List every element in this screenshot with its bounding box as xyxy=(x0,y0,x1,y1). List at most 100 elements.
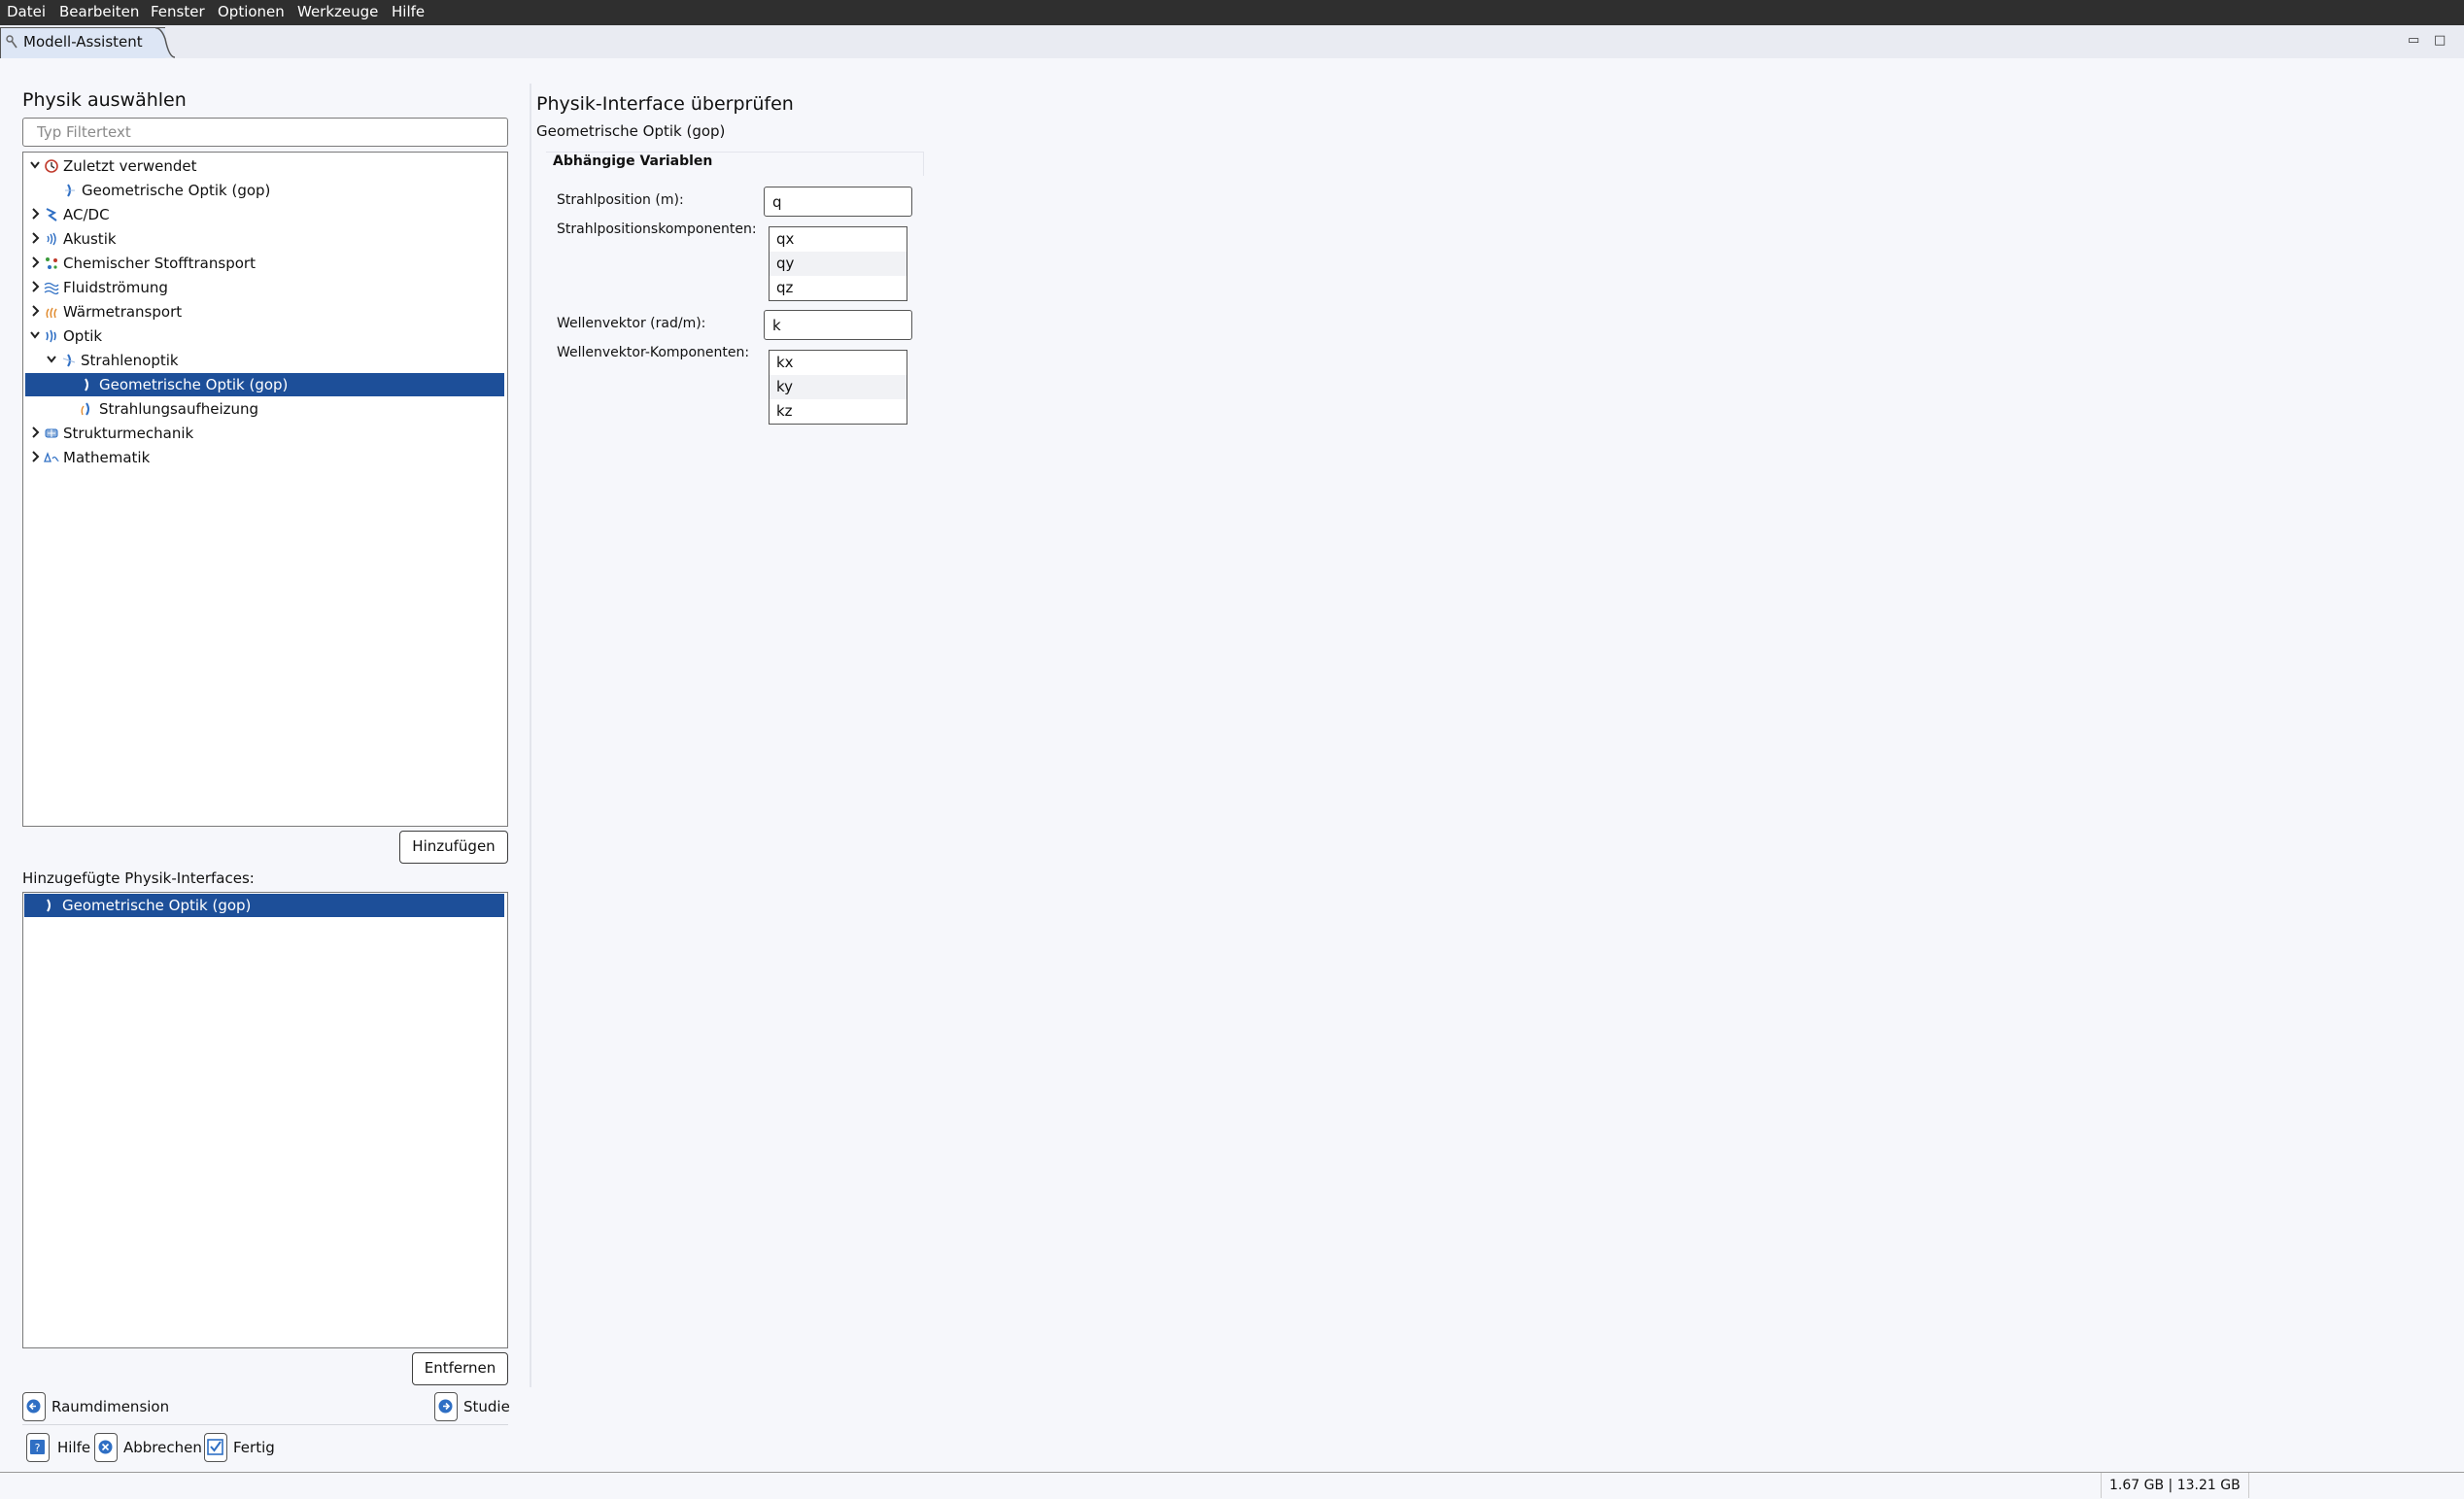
minimize-icon[interactable]: ▭ xyxy=(2408,33,2419,48)
ray-position-field[interactable] xyxy=(764,187,912,217)
chevron-right-icon[interactable] xyxy=(29,280,41,293)
tree-item-optics[interactable]: Optik xyxy=(25,324,504,348)
chevron-down-icon[interactable] xyxy=(29,158,41,172)
cancel-label[interactable]: Abbrechen xyxy=(123,1439,202,1456)
cancel-button[interactable] xyxy=(94,1433,118,1462)
chevron-right-icon[interactable] xyxy=(29,231,41,245)
mathematics-icon xyxy=(44,452,59,462)
menu-werkzeuge[interactable]: Werkzeuge xyxy=(297,3,378,20)
help-icon: ? xyxy=(30,1440,45,1454)
added-interfaces-label: Hinzugefügte Physik-Interfaces: xyxy=(22,869,255,887)
tree-item-label: Akustik xyxy=(63,230,117,248)
tree-item-recent[interactable]: Zuletzt verwendet xyxy=(25,154,504,178)
ray-position-components-label: Strahlpositionskomponenten: xyxy=(557,221,757,237)
back-button[interactable] xyxy=(22,1392,46,1421)
tree-item-acdc[interactable]: AC/DC xyxy=(25,203,504,226)
chevron-right-icon[interactable] xyxy=(29,450,41,463)
tree-item-label: Wärmetransport xyxy=(63,303,183,321)
done-icon xyxy=(207,1439,223,1455)
wave-vector-components-label: Wellenvektor-Komponenten: xyxy=(557,345,750,360)
list-item[interactable]: kz xyxy=(770,399,907,424)
list-item[interactable]: qz xyxy=(770,276,907,300)
chevron-down-icon[interactable] xyxy=(46,353,57,366)
menu-optionen[interactable]: Optionen xyxy=(218,3,285,20)
tree-item-structural[interactable]: Strukturmechanik xyxy=(25,422,504,445)
chevron-right-icon[interactable] xyxy=(29,256,41,269)
tree-item-recent-gop[interactable]: Geometrische Optik (gop) xyxy=(25,179,504,202)
acoustics-icon xyxy=(47,232,56,246)
clock-icon xyxy=(45,159,58,173)
chevron-right-icon[interactable] xyxy=(29,426,41,439)
menu-datei[interactable]: Datei xyxy=(7,3,46,20)
done-label[interactable]: Fertig xyxy=(233,1439,275,1456)
arrow-left-circle-icon xyxy=(26,1399,41,1414)
tree-item-mathematics[interactable]: Mathematik xyxy=(25,446,504,469)
status-bar xyxy=(0,1472,2464,1499)
tree-item-gop-selected[interactable]: Geometrische Optik (gop) xyxy=(25,373,504,396)
tab-title: Modell-Assistent xyxy=(23,33,143,51)
add-button[interactable]: Hinzufügen xyxy=(399,831,508,864)
structural-mechanics-icon xyxy=(45,428,58,438)
tree-item-acoustics[interactable]: Akustik xyxy=(25,227,504,251)
tree-item-label: Strahlungsaufheizung xyxy=(99,400,259,418)
tab-edge xyxy=(155,27,175,58)
tree-item-label: Geometrische Optik (gop) xyxy=(99,376,289,393)
tree-item-label: Optik xyxy=(63,327,103,345)
tree-item-chemical[interactable]: Chemischer Stofftransport xyxy=(25,252,504,275)
maximize-icon[interactable]: □ xyxy=(2434,33,2446,48)
ray-optics-icon xyxy=(85,378,88,392)
section-title[interactable]: Abhängige Variablen xyxy=(553,153,712,169)
tree-item-ray-optics[interactable]: Strahlenoptik xyxy=(25,349,504,372)
tree-item-ray-heating[interactable]: Strahlungsaufheizung xyxy=(25,397,504,421)
chevron-right-icon[interactable] xyxy=(29,207,41,221)
svg-text:?: ? xyxy=(35,1442,41,1454)
divider xyxy=(22,1424,508,1425)
wizard-icon xyxy=(6,35,17,49)
tree-item-label: Strahlenoptik xyxy=(81,352,179,369)
next-label[interactable]: Studie xyxy=(463,1398,510,1415)
menu-bar: Datei Bearbeiten Fenster Optionen Werkze… xyxy=(0,0,2464,25)
tree-item-label: AC/DC xyxy=(63,206,110,223)
memory-usage: 1.67 GB | 13.21 GB xyxy=(2101,1473,2249,1498)
tree-item-label: Mathematik xyxy=(63,449,151,466)
list-item[interactable]: ky xyxy=(770,375,907,399)
back-label[interactable]: Raumdimension xyxy=(51,1398,169,1415)
list-item[interactable]: Geometrische Optik (gop) xyxy=(24,894,504,917)
chevron-down-icon[interactable] xyxy=(29,328,41,342)
filter-input[interactable] xyxy=(22,118,508,147)
added-interfaces-list[interactable]: Geometrische Optik (gop) xyxy=(22,892,508,1348)
wave-vector-field[interactable] xyxy=(764,310,912,340)
list-item[interactable]: qy xyxy=(770,252,907,276)
tree-item-label: Zuletzt verwendet xyxy=(63,157,197,175)
wave-vector-components-list[interactable]: kx ky kz xyxy=(769,350,907,425)
tree-item-heat[interactable]: Wärmetransport xyxy=(25,300,504,324)
arrow-right-circle-icon xyxy=(438,1399,453,1414)
tree-item-fluid[interactable]: Fluidströmung xyxy=(25,276,504,299)
remove-button[interactable]: Entfernen xyxy=(412,1352,508,1385)
review-subheading: Geometrische Optik (gop) xyxy=(536,122,726,140)
list-item-label: Geometrische Optik (gop) xyxy=(62,897,252,914)
physics-tree[interactable]: Zuletzt verwendet Geometrische Optik (go… xyxy=(22,152,508,827)
help-label[interactable]: Hilfe xyxy=(57,1439,90,1456)
menu-bearbeiten[interactable]: Bearbeiten xyxy=(59,3,139,20)
ray-optics-icon xyxy=(62,354,76,367)
menu-fenster[interactable]: Fenster xyxy=(151,3,205,20)
panel-splitter[interactable] xyxy=(530,84,531,1387)
optics-icon xyxy=(46,329,56,343)
tree-item-label: Fluidströmung xyxy=(63,279,168,296)
tree-item-label: Chemischer Stofftransport xyxy=(63,255,256,272)
help-button[interactable]: ? xyxy=(26,1433,50,1462)
list-item[interactable]: kx xyxy=(770,351,907,375)
fluid-flow-icon xyxy=(44,282,59,295)
ray-position-components-list[interactable]: qx qy qz xyxy=(769,226,907,301)
ray-optics-icon xyxy=(65,184,75,197)
done-button[interactable] xyxy=(204,1433,227,1462)
heat-transfer-icon xyxy=(46,307,57,319)
chemical-transport-icon xyxy=(46,257,57,269)
chevron-right-icon[interactable] xyxy=(29,304,41,318)
menu-hilfe[interactable]: Hilfe xyxy=(392,3,425,20)
next-button[interactable] xyxy=(434,1392,458,1421)
tab-strip xyxy=(0,25,2464,59)
tree-item-label: Strukturmechanik xyxy=(63,425,194,442)
list-item[interactable]: qx xyxy=(770,227,907,252)
